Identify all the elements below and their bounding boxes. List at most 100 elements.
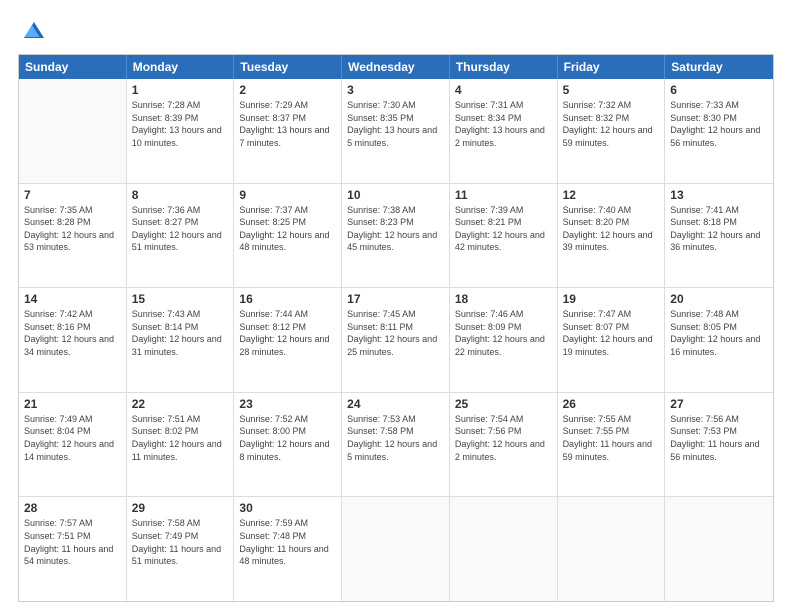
day-number: 8: [132, 188, 229, 202]
calendar-cell: [342, 497, 450, 601]
weekday-header-saturday: Saturday: [665, 55, 773, 79]
calendar-cell: 17 Sunrise: 7:45 AM Sunset: 8:11 PM Dayli…: [342, 288, 450, 392]
day-info: Sunrise: 7:38 AM Sunset: 8:23 PM Dayligh…: [347, 204, 444, 254]
weekday-header-monday: Monday: [127, 55, 235, 79]
day-number: 23: [239, 397, 336, 411]
day-info: Sunrise: 7:51 AM Sunset: 8:02 PM Dayligh…: [132, 413, 229, 463]
day-info: Sunrise: 7:58 AM Sunset: 7:49 PM Dayligh…: [132, 517, 229, 567]
day-number: 6: [670, 83, 768, 97]
day-number: 20: [670, 292, 768, 306]
day-info: Sunrise: 7:35 AM Sunset: 8:28 PM Dayligh…: [24, 204, 121, 254]
day-number: 30: [239, 501, 336, 515]
calendar-cell: 26 Sunrise: 7:55 AM Sunset: 7:55 PM Dayli…: [558, 393, 666, 497]
logo-icon: [20, 18, 48, 44]
calendar-cell: 7 Sunrise: 7:35 AM Sunset: 8:28 PM Daylig…: [19, 184, 127, 288]
calendar-cell: 16 Sunrise: 7:44 AM Sunset: 8:12 PM Dayli…: [234, 288, 342, 392]
header: [18, 18, 774, 44]
day-info: Sunrise: 7:31 AM Sunset: 8:34 PM Dayligh…: [455, 99, 552, 149]
weekday-header-friday: Friday: [558, 55, 666, 79]
calendar-body: 1 Sunrise: 7:28 AM Sunset: 8:39 PM Daylig…: [19, 79, 773, 601]
day-info: Sunrise: 7:28 AM Sunset: 8:39 PM Dayligh…: [132, 99, 229, 149]
calendar-cell: 13 Sunrise: 7:41 AM Sunset: 8:18 PM Dayli…: [665, 184, 773, 288]
page: SundayMondayTuesdayWednesdayThursdayFrid…: [0, 0, 792, 612]
calendar-row-0: 1 Sunrise: 7:28 AM Sunset: 8:39 PM Daylig…: [19, 79, 773, 184]
day-number: 11: [455, 188, 552, 202]
day-number: 17: [347, 292, 444, 306]
day-number: 2: [239, 83, 336, 97]
calendar-cell: 28Sunrise: 7:57 AM Sunset: 7:51 PM Dayli…: [19, 497, 127, 601]
day-number: 28: [24, 501, 121, 515]
calendar-cell: 6 Sunrise: 7:33 AM Sunset: 8:30 PM Daylig…: [665, 79, 773, 183]
weekday-header-sunday: Sunday: [19, 55, 127, 79]
calendar-cell: 8 Sunrise: 7:36 AM Sunset: 8:27 PM Daylig…: [127, 184, 235, 288]
day-number: 27: [670, 397, 768, 411]
weekday-header-tuesday: Tuesday: [234, 55, 342, 79]
day-info: Sunrise: 7:37 AM Sunset: 8:25 PM Dayligh…: [239, 204, 336, 254]
day-number: 18: [455, 292, 552, 306]
calendar-row-2: 14Sunrise: 7:42 AM Sunset: 8:16 PM Dayli…: [19, 288, 773, 393]
calendar-cell: 20 Sunrise: 7:48 AM Sunset: 8:05 PM Dayli…: [665, 288, 773, 392]
day-number: 26: [563, 397, 660, 411]
day-info: Sunrise: 7:30 AM Sunset: 8:35 PM Dayligh…: [347, 99, 444, 149]
logo: [18, 18, 48, 44]
day-info: Sunrise: 7:49 AM Sunset: 8:04 PM Dayligh…: [24, 413, 121, 463]
calendar-cell: [665, 497, 773, 601]
calendar-cell: 1 Sunrise: 7:28 AM Sunset: 8:39 PM Daylig…: [127, 79, 235, 183]
day-info: Sunrise: 7:55 AM Sunset: 7:55 PM Dayligh…: [563, 413, 660, 463]
calendar-row-4: 28Sunrise: 7:57 AM Sunset: 7:51 PM Dayli…: [19, 497, 773, 601]
day-number: 25: [455, 397, 552, 411]
day-info: Sunrise: 7:47 AM Sunset: 8:07 PM Dayligh…: [563, 308, 660, 358]
calendar-cell: 2Sunrise: 7:29 AM Sunset: 8:37 PM Daylig…: [234, 79, 342, 183]
day-info: Sunrise: 7:32 AM Sunset: 8:32 PM Dayligh…: [563, 99, 660, 149]
day-info: Sunrise: 7:33 AM Sunset: 8:30 PM Dayligh…: [670, 99, 768, 149]
calendar-cell: 4 Sunrise: 7:31 AM Sunset: 8:34 PM Daylig…: [450, 79, 558, 183]
day-info: Sunrise: 7:44 AM Sunset: 8:12 PM Dayligh…: [239, 308, 336, 358]
day-number: 7: [24, 188, 121, 202]
day-number: 12: [563, 188, 660, 202]
day-number: 19: [563, 292, 660, 306]
day-info: Sunrise: 7:45 AM Sunset: 8:11 PM Dayligh…: [347, 308, 444, 358]
day-info: Sunrise: 7:36 AM Sunset: 8:27 PM Dayligh…: [132, 204, 229, 254]
calendar-cell: 30 Sunrise: 7:59 AM Sunset: 7:48 PM Dayli…: [234, 497, 342, 601]
calendar-cell: 27 Sunrise: 7:56 AM Sunset: 7:53 PM Dayli…: [665, 393, 773, 497]
calendar-cell: 23Sunrise: 7:52 AM Sunset: 8:00 PM Dayli…: [234, 393, 342, 497]
day-number: 3: [347, 83, 444, 97]
day-info: Sunrise: 7:56 AM Sunset: 7:53 PM Dayligh…: [670, 413, 768, 463]
day-info: Sunrise: 7:42 AM Sunset: 8:16 PM Dayligh…: [24, 308, 121, 358]
calendar: SundayMondayTuesdayWednesdayThursdayFrid…: [18, 54, 774, 602]
calendar-cell: 21 Sunrise: 7:49 AM Sunset: 8:04 PM Dayli…: [19, 393, 127, 497]
day-number: 13: [670, 188, 768, 202]
calendar-cell: 11Sunrise: 7:39 AM Sunset: 8:21 PM Dayli…: [450, 184, 558, 288]
calendar-cell: [558, 497, 666, 601]
calendar-row-3: 21 Sunrise: 7:49 AM Sunset: 8:04 PM Dayli…: [19, 393, 773, 498]
calendar-cell: [19, 79, 127, 183]
day-info: Sunrise: 7:43 AM Sunset: 8:14 PM Dayligh…: [132, 308, 229, 358]
weekday-header-thursday: Thursday: [450, 55, 558, 79]
calendar-cell: 9Sunrise: 7:37 AM Sunset: 8:25 PM Daylig…: [234, 184, 342, 288]
logo-text: [18, 18, 48, 44]
day-info: Sunrise: 7:41 AM Sunset: 8:18 PM Dayligh…: [670, 204, 768, 254]
calendar-cell: 15 Sunrise: 7:43 AM Sunset: 8:14 PM Dayli…: [127, 288, 235, 392]
day-number: 4: [455, 83, 552, 97]
day-info: Sunrise: 7:48 AM Sunset: 8:05 PM Dayligh…: [670, 308, 768, 358]
day-info: Sunrise: 7:46 AM Sunset: 8:09 PM Dayligh…: [455, 308, 552, 358]
calendar-cell: 3 Sunrise: 7:30 AM Sunset: 8:35 PM Daylig…: [342, 79, 450, 183]
day-number: 5: [563, 83, 660, 97]
day-number: 1: [132, 83, 229, 97]
calendar-cell: 18 Sunrise: 7:46 AM Sunset: 8:09 PM Dayli…: [450, 288, 558, 392]
calendar-cell: 29Sunrise: 7:58 AM Sunset: 7:49 PM Dayli…: [127, 497, 235, 601]
calendar-cell: 19 Sunrise: 7:47 AM Sunset: 8:07 PM Dayli…: [558, 288, 666, 392]
calendar-cell: 22Sunrise: 7:51 AM Sunset: 8:02 PM Dayli…: [127, 393, 235, 497]
day-number: 24: [347, 397, 444, 411]
day-number: 16: [239, 292, 336, 306]
day-number: 10: [347, 188, 444, 202]
day-number: 21: [24, 397, 121, 411]
calendar-cell: 25 Sunrise: 7:54 AM Sunset: 7:56 PM Dayli…: [450, 393, 558, 497]
calendar-header: SundayMondayTuesdayWednesdayThursdayFrid…: [19, 55, 773, 79]
day-number: 15: [132, 292, 229, 306]
day-info: Sunrise: 7:59 AM Sunset: 7:48 PM Dayligh…: [239, 517, 336, 567]
calendar-cell: 24 Sunrise: 7:53 AM Sunset: 7:58 PM Dayli…: [342, 393, 450, 497]
day-info: Sunrise: 7:54 AM Sunset: 7:56 PM Dayligh…: [455, 413, 552, 463]
day-info: Sunrise: 7:53 AM Sunset: 7:58 PM Dayligh…: [347, 413, 444, 463]
calendar-cell: 10 Sunrise: 7:38 AM Sunset: 8:23 PM Dayli…: [342, 184, 450, 288]
